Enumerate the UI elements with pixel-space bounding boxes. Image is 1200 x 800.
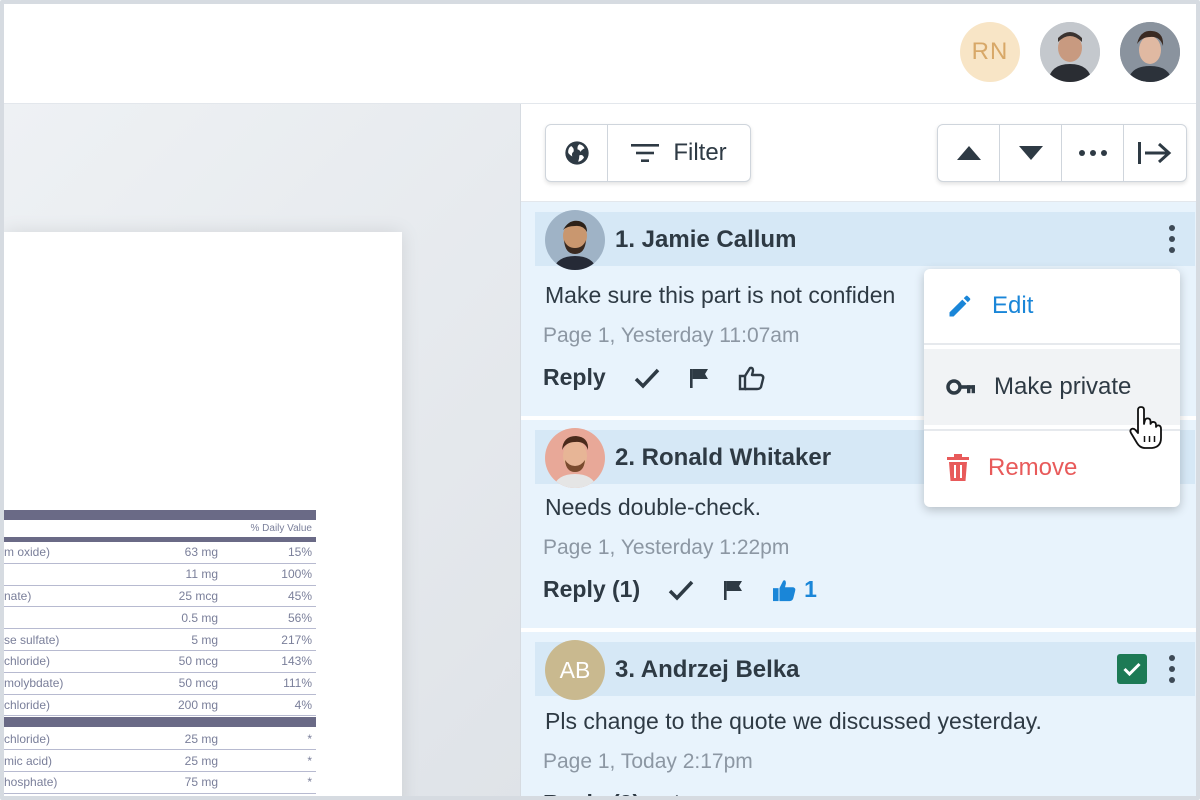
thumbs-up-filled-icon bbox=[773, 579, 796, 601]
like-button[interactable]: 1 bbox=[772, 576, 817, 603]
comment-context-menu: Edit Make private Remove bbox=[924, 269, 1180, 507]
filter-label: Filter bbox=[673, 139, 727, 166]
menu-item-label: Edit bbox=[992, 292, 1034, 319]
comment-meta: Page 1, Today 2:17pm bbox=[543, 750, 753, 773]
menu-item-label: Make private bbox=[994, 373, 1132, 400]
top-bar: RN bbox=[4, 4, 1196, 104]
ellipsis-icon bbox=[1078, 150, 1107, 156]
table-row: chloride) 25 mg * bbox=[4, 728, 316, 751]
table-band bbox=[4, 717, 316, 728]
comment-header: AB 3. Andrzej Belka bbox=[535, 640, 1195, 700]
comment-card[interactable]: AB 3. Andrzej Belka Pls change to the qu… bbox=[521, 628, 1196, 800]
comment-meta: Page 1, Yesterday 11:07am bbox=[543, 324, 800, 347]
table-row: mic acid) 25 mg * bbox=[4, 750, 316, 772]
avatar: AB bbox=[545, 640, 605, 700]
reply-button[interactable]: Reply bbox=[543, 364, 606, 391]
table-row: chloride) 200 mg 4% bbox=[4, 695, 316, 717]
document-viewer: % Daily Value m oxide) 63 mg 15% 11 mg 100%… bbox=[4, 104, 520, 796]
reply-arrow-icon[interactable] bbox=[668, 793, 694, 800]
check-icon[interactable] bbox=[634, 367, 660, 389]
triangle-down-icon bbox=[1018, 146, 1043, 160]
avatar bbox=[545, 428, 605, 488]
comment-text: Make sure this part is not confiden bbox=[545, 282, 896, 308]
thumbs-up-icon[interactable] bbox=[738, 365, 766, 391]
filter-button[interactable]: Filter bbox=[608, 125, 750, 181]
app-frame: RN % Daily Value m oxide) 63 mg 15% 11 m… bbox=[0, 0, 1200, 800]
comment-menu-button[interactable] bbox=[1167, 224, 1177, 254]
check-icon bbox=[1123, 662, 1141, 676]
avatar-user-2[interactable] bbox=[1040, 22, 1100, 82]
reply-button[interactable]: Reply (1) bbox=[543, 576, 640, 603]
triangle-up-icon bbox=[956, 146, 981, 160]
hand-cursor-icon bbox=[1129, 406, 1162, 449]
avatar-initials: AB bbox=[559, 656, 591, 683]
table-row: chloride) 50 mcg 143% bbox=[4, 651, 316, 673]
table-row: m oxide) 63 mg 15% bbox=[4, 542, 316, 564]
kebab-icon bbox=[1169, 655, 1175, 683]
table-row: se sulfate) 5 mg 217% bbox=[4, 629, 316, 651]
like-count: 1 bbox=[804, 576, 817, 602]
avatar-user-3[interactable] bbox=[1120, 22, 1180, 82]
comment-title: 1. Jamie Callum bbox=[615, 226, 797, 253]
check-icon[interactable] bbox=[668, 579, 694, 601]
resolved-checkbox[interactable] bbox=[1117, 654, 1147, 684]
reply-button[interactable]: Reply (3) bbox=[543, 790, 640, 796]
table-row: 11 mg 100% bbox=[4, 564, 316, 586]
previous-comment-button[interactable] bbox=[938, 125, 1000, 181]
navigation-button-group bbox=[937, 124, 1187, 182]
trash-icon bbox=[947, 454, 969, 481]
flag-icon[interactable] bbox=[688, 367, 710, 389]
comment-title: 2. Ronald Whitaker bbox=[615, 444, 832, 471]
globe-button[interactable] bbox=[546, 125, 608, 181]
comment-menu-button[interactable] bbox=[1167, 654, 1177, 684]
comment-text: Needs double-check. bbox=[545, 494, 762, 520]
nutrition-table: % Daily Value m oxide) 63 mg 15% 11 mg 100%… bbox=[4, 510, 316, 794]
filter-button-group: Filter bbox=[545, 124, 751, 182]
comment-actions: Reply bbox=[543, 364, 766, 391]
avatar bbox=[545, 210, 605, 270]
person-avatar-icon bbox=[545, 210, 605, 270]
comment-actions: Reply (3) bbox=[543, 790, 694, 800]
comment-actions: Reply (1) 1 bbox=[543, 576, 817, 603]
filter-icon bbox=[631, 144, 660, 162]
table-row: hosphate) 75 mg * bbox=[4, 772, 316, 794]
kebab-icon bbox=[1169, 225, 1175, 253]
comment-title: 3. Andrzej Belka bbox=[615, 656, 800, 683]
flag-icon[interactable] bbox=[722, 579, 744, 601]
menu-item-label: Remove bbox=[988, 454, 1078, 481]
next-comment-button[interactable] bbox=[1000, 125, 1062, 181]
arrow-right-bar-icon bbox=[1138, 142, 1172, 164]
collapse-panel-button[interactable] bbox=[1124, 125, 1186, 181]
comment-text: Pls change to the quote we discussed yes… bbox=[545, 708, 1042, 734]
table-row: molybdate) 50 mcg 111% bbox=[4, 673, 316, 695]
avatar-initials: RN bbox=[971, 38, 1009, 65]
table-row: nate) 25 mcg 45% bbox=[4, 586, 316, 608]
globe-icon bbox=[564, 141, 589, 165]
person-avatar-icon bbox=[545, 428, 605, 488]
pencil-icon bbox=[949, 295, 971, 317]
table-header: % Daily Value bbox=[4, 520, 316, 542]
more-options-button[interactable] bbox=[1062, 125, 1124, 181]
comments-toolbar: Filter bbox=[521, 104, 1196, 202]
menu-item-edit[interactable]: Edit bbox=[924, 269, 1180, 345]
comment-header: 1. Jamie Callum bbox=[535, 210, 1195, 270]
person-avatar-icon bbox=[1040, 22, 1100, 82]
key-icon bbox=[946, 379, 975, 395]
comment-meta: Page 1, Yesterday 1:22pm bbox=[543, 536, 790, 559]
avatar-rn[interactable]: RN bbox=[960, 22, 1020, 82]
document-page: % Daily Value m oxide) 63 mg 15% 11 mg 100%… bbox=[4, 232, 402, 796]
table-band bbox=[4, 510, 316, 520]
person-avatar-icon bbox=[1120, 22, 1180, 82]
table-row: 0.5 mg 56% bbox=[4, 607, 316, 630]
